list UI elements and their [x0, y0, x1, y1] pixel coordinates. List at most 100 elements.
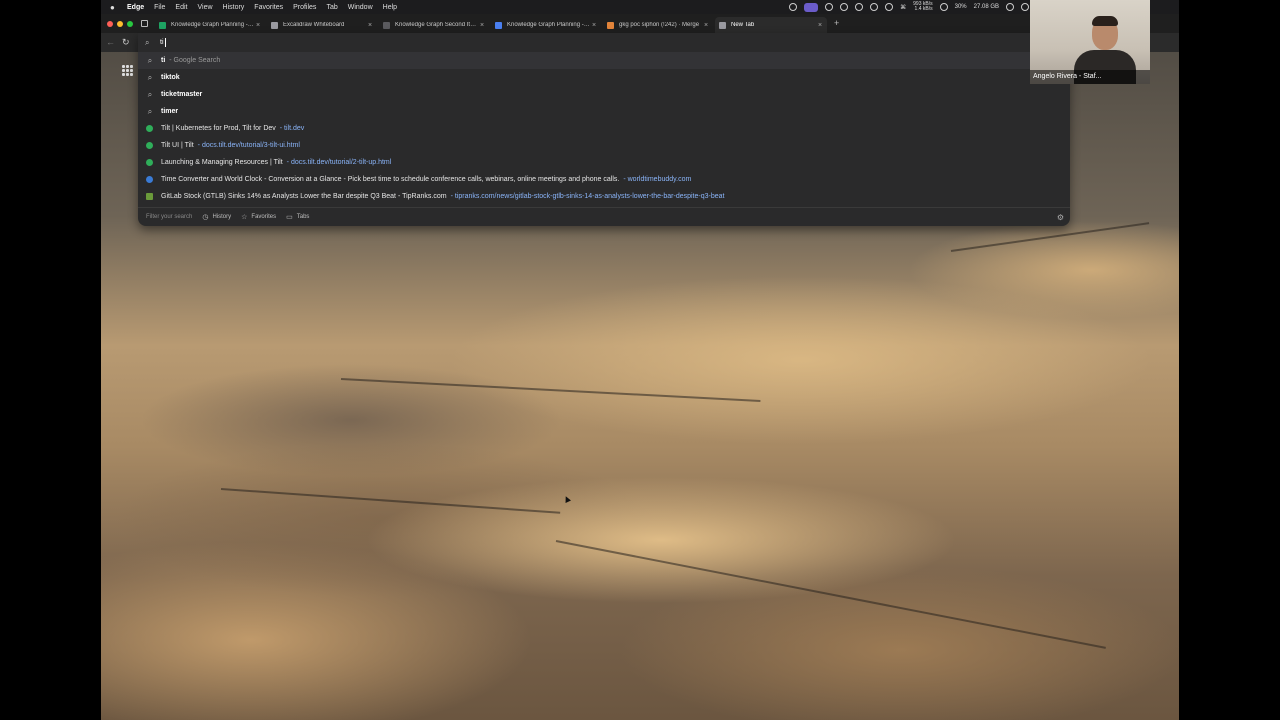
suggestion-query: ticketmaster	[161, 91, 203, 98]
reload-icon[interactable]: ↻	[122, 37, 130, 48]
suggestion-item[interactable]: ⌕ tiktok	[138, 69, 1070, 86]
menu-window[interactable]: Window	[348, 4, 373, 11]
suggestion-query: tiktok	[161, 74, 180, 81]
menu-tab[interactable]: Tab	[326, 4, 337, 11]
tab-strip: Knowledge Graph Planning - G × Excalidra…	[101, 14, 1179, 33]
suggestion-url: - tipranks.com/news/gitlab-stock-gtlb-si…	[450, 193, 725, 200]
menu-help[interactable]: Help	[383, 4, 397, 11]
suggestion-item[interactable]: Launching & Managing Resources | Tilt - …	[138, 154, 1070, 171]
suggestion-item[interactable]: ⌕ timer	[138, 103, 1070, 120]
filter-history-chip[interactable]: ◷ History	[202, 213, 231, 221]
close-tab-icon[interactable]: ×	[254, 22, 262, 29]
menu-favorites[interactable]: Favorites	[254, 4, 283, 11]
storage-value: 27.08 GB	[973, 4, 999, 10]
omnibox-dropdown: ⌕ ti ⌕ ti - Google Search ⌕ tiktok ⌕ tic…	[138, 33, 1070, 226]
apple-icon[interactable]: ●	[110, 3, 119, 12]
menu-profiles[interactable]: Profiles	[293, 4, 316, 11]
circle-icon[interactable]	[840, 3, 849, 11]
search-icon: ⌕	[147, 106, 153, 116]
suggestion-title: Tilt UI | Tilt	[161, 142, 194, 149]
page-favicon-icon	[383, 21, 390, 29]
close-tab-icon[interactable]: ×	[366, 22, 374, 29]
docs-favicon-icon	[495, 21, 502, 29]
command-icon[interactable]: ⌘	[900, 4, 906, 11]
network-rates: 993 kB/s 1.4 kB/s	[913, 2, 932, 12]
suggestion-text: timer	[161, 108, 178, 115]
address-input[interactable]: ti	[160, 39, 164, 46]
suggestion-text: ti	[161, 57, 165, 64]
filter-favorites-chip[interactable]: ☆ Favorites	[241, 213, 276, 221]
suggestion-text: tiktok	[161, 74, 180, 81]
tab-title: Knowledge Graph Planning - G	[507, 22, 590, 28]
filter-tabs-chip[interactable]: ▭ Tabs	[286, 213, 309, 221]
screen-recording-icon[interactable]	[804, 2, 819, 12]
suggestion-item[interactable]: Tilt | Kubernetes for Prod, Tilt for Dev…	[138, 120, 1070, 137]
filter-tabs-label: Tabs	[296, 214, 310, 220]
suggestion-url: - worldtimebuddy.com	[623, 176, 692, 183]
tool-icon[interactable]	[870, 3, 879, 11]
close-tab-icon[interactable]: ×	[816, 22, 824, 29]
close-window-button[interactable]	[107, 21, 113, 27]
menu-history[interactable]: History	[223, 4, 245, 11]
tab-knowledge-graph-planning-2[interactable]: Knowledge Graph Planning - G ×	[491, 17, 601, 33]
new-tab-favicon-icon	[719, 21, 726, 29]
tilt-favicon-icon	[146, 142, 153, 149]
tab-title: Excalidraw Whiteboard	[283, 22, 345, 28]
back-arrow-icon[interactable]: ←	[106, 37, 115, 47]
menu-view[interactable]: View	[197, 4, 212, 11]
filter-history-label: History	[212, 214, 232, 220]
suggestion-item[interactable]: ⌕ ticketmaster	[138, 86, 1070, 103]
tabs-icon: ▭	[286, 214, 293, 221]
suggestion-item[interactable]: Time Converter and World Clock - Convers…	[138, 171, 1070, 188]
suggestion-url: - docs.tilt.dev/tutorial/3-tilt-ui.html	[197, 142, 300, 149]
suggestion-query: ti	[161, 57, 166, 64]
apps-grid-icon[interactable]	[122, 65, 133, 76]
maximize-window-button[interactable]	[127, 21, 133, 27]
tab-knowledge-graph-second-iteration[interactable]: Knowledge Graph Second Itera ×	[379, 17, 489, 33]
suggestion-source: - Google Search	[169, 57, 221, 64]
close-tab-icon[interactable]: ×	[478, 22, 486, 29]
history-icon: ◷	[202, 214, 209, 221]
window-controls	[107, 21, 133, 27]
clock-favicon-icon	[146, 176, 153, 183]
sheets-favicon-icon	[159, 21, 166, 29]
filter-favorites-label: Favorites	[251, 214, 277, 220]
filter-search-input[interactable]: Filter your search	[146, 214, 192, 220]
gear-icon[interactable]: ⚙	[1057, 213, 1064, 222]
battery-percent: 30%	[954, 4, 967, 10]
close-tab-icon[interactable]: ×	[702, 22, 710, 29]
menu-edit[interactable]: Edit	[175, 4, 187, 11]
net-down: 1.4 kB/s	[914, 6, 933, 12]
tab-actions-icon[interactable]	[141, 20, 148, 27]
shield-icon[interactable]	[789, 3, 798, 11]
suggestion-item[interactable]: Tilt UI | Tilt - docs.tilt.dev/tutorial/…	[138, 137, 1070, 154]
wifi-icon[interactable]	[1006, 3, 1014, 11]
address-bar[interactable]: ⌕ ti	[138, 33, 1030, 52]
tab-title: Knowledge Graph Second Itera	[395, 22, 478, 28]
search-icon: ⌕	[147, 55, 153, 65]
tab-gkg-poc-siphon[interactable]: gkg poc siphon (!242) · Merge ×	[603, 17, 713, 33]
menu-file[interactable]: File	[154, 4, 165, 11]
sun-icon[interactable]	[855, 3, 864, 11]
minimize-window-button[interactable]	[117, 21, 123, 27]
webcam-name-label: Angelo Rivera - Staf...	[1030, 70, 1150, 84]
gitlab-favicon-icon	[607, 21, 614, 29]
search-icon: ⌕	[147, 89, 153, 99]
cpu-icon[interactable]	[939, 3, 948, 11]
suggestion-url: - tilt.dev	[279, 125, 305, 132]
excalidraw-favicon-icon	[271, 21, 278, 29]
tilt-favicon-icon	[146, 159, 153, 166]
tab-knowledge-graph-planning-1[interactable]: Knowledge Graph Planning - G ×	[155, 17, 265, 33]
menu-app[interactable]: Edge	[127, 4, 144, 11]
grammar-icon[interactable]	[885, 3, 894, 11]
tab-excalidraw[interactable]: Excalidraw Whiteboard ×	[267, 17, 377, 33]
new-tab-plus-icon[interactable]: +	[834, 18, 839, 28]
chat-icon[interactable]	[825, 3, 834, 11]
control-center-icon[interactable]	[1021, 3, 1029, 11]
tab-new-tab[interactable]: New Tab ×	[715, 17, 827, 33]
suggestion-item[interactable]: GitLab Stock (GTLB) Sinks 14% as Analyst…	[138, 188, 1070, 205]
suggestion-item[interactable]: ⌕ ti - Google Search	[138, 52, 1070, 69]
tilt-favicon-icon	[146, 125, 153, 132]
close-tab-icon[interactable]: ×	[590, 22, 598, 29]
search-icon: ⌕	[145, 38, 150, 47]
